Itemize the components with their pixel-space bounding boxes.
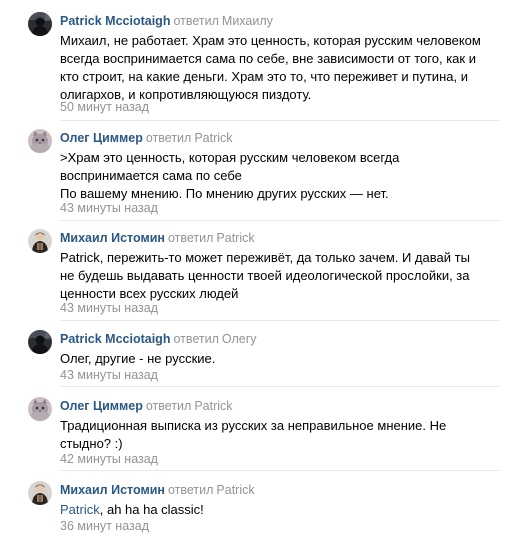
divider [60, 386, 500, 387]
author-link[interactable]: Олег Циммер [60, 131, 143, 145]
comment-header: Михаил Истомин ответил Patrick [60, 483, 255, 498]
timestamp-link[interactable]: 43 минуты назад [60, 368, 158, 383]
avatar[interactable] [28, 229, 52, 253]
comment-header: Patrick Mcciotaigh ответил Михаилу [60, 14, 273, 29]
avatar[interactable] [28, 129, 52, 153]
divider [60, 220, 500, 221]
avatar-dark-figure-icon [28, 12, 52, 36]
comment-text: Олег, другие - не русские. [60, 350, 500, 368]
timestamp-link[interactable]: 36 минут назад [60, 519, 149, 534]
comment-text: Михаил, не работает. Храм это ценность, … [60, 32, 500, 104]
reply-verb: ответил [167, 231, 214, 245]
reply-to-link[interactable]: Patrick [194, 399, 232, 413]
comment-item: Михаил Истомин ответил Patrick Patrick, ah… [0, 481, 512, 539]
comment-text-line: Patrick, ah ha ha classic! [60, 501, 500, 519]
avatar[interactable] [28, 12, 52, 36]
comment-item: Patrick Mcciotaigh ответил Олегу Олег, дру… [0, 330, 512, 386]
comment-text-line: всегда воспринимается сама по себе, вне … [60, 51, 476, 66]
comment-item: Олег Циммер ответил Patrick Традиционная в… [0, 397, 512, 469]
avatar-cat-icon [28, 397, 52, 421]
avatar[interactable] [28, 397, 52, 421]
comment-header: Михаил Истомин ответил Patrick [60, 231, 255, 246]
comment-header: Patrick Mcciotaigh ответил Олегу [60, 332, 257, 347]
comment-text-line: Михаил, не работает. Храм это ценность, … [60, 33, 481, 48]
comment-text: Patrick, пережить-то может переживёт, да… [60, 249, 500, 303]
avatar-costume-figure-icon [28, 481, 52, 505]
avatar[interactable] [28, 330, 52, 354]
timestamp-link: 43 минуты назад [60, 301, 158, 315]
comment-item: Patrick Mcciotaigh ответил Михаилу Михаил,… [0, 12, 512, 122]
reply-to-link[interactable]: Patrick [216, 483, 254, 497]
divider [60, 470, 500, 471]
reply-to-link[interactable]: Patrick [194, 131, 232, 145]
comment-text-line: кто строит, на какие деньги. Храм это то… [60, 69, 468, 84]
comment-item: Михаил Истомин ответил Patrick Patrick, пе… [0, 229, 512, 319]
timestamp-link[interactable]: 43 минуты назад [60, 201, 158, 216]
avatar-cat-icon [28, 129, 52, 153]
comment-text-line: Patrick, пережить-то может переживёт, да… [60, 250, 470, 265]
comment-text: >Храм это ценность, которая русским чело… [60, 149, 500, 203]
reply-verb: ответил [167, 483, 214, 497]
comment-text-line: не будешь выдавать ценности твоей идеоло… [60, 268, 470, 283]
divider [60, 120, 500, 121]
comment-text-line: Традиционная выписка из русских за непра… [60, 418, 447, 433]
comment-header: Олег Циммер ответил Patrick [60, 399, 233, 414]
author-link[interactable]: Patrick Mcciotaigh [60, 14, 170, 28]
comment-item: Олег Циммер ответил Patrick >Храм это ценн… [0, 129, 512, 219]
comment-text-line: Олег, другие - не русские. [60, 351, 216, 366]
mention-link[interactable]: Patrick [60, 502, 100, 517]
timestamp-link[interactable]: 50 минут назад [60, 100, 149, 115]
comment-text: Традиционная выписка из русских за непра… [60, 417, 500, 453]
comment-header: Олег Циммер ответил Patrick [60, 131, 233, 146]
comment-text: Patrick, ah ha ha classic! [60, 501, 500, 519]
comment-text-line: воспринимается сама по себе [60, 168, 242, 183]
author-link[interactable]: Patrick Mcciotaigh [60, 332, 170, 346]
reply-verb: ответил [145, 131, 192, 145]
divider [60, 320, 500, 321]
timestamp-link[interactable]: 42 минуты назад [60, 452, 158, 467]
author-link[interactable]: Михаил Истомин [60, 231, 165, 245]
reply-verb: ответил [173, 14, 219, 28]
author-link[interactable]: Михаил Истомин [60, 483, 165, 497]
reply-verb: ответил [173, 332, 219, 346]
avatar-dark-figure-icon [28, 330, 52, 354]
reply-verb: ответил [145, 399, 192, 413]
comment-text-rest: , ah ha ha classic! [99, 502, 204, 517]
avatar[interactable] [28, 481, 52, 505]
author-link[interactable]: Олег Циммер [60, 399, 143, 413]
comment-text-line: стыдно? :) [60, 436, 123, 451]
comment-text-line: >Храм это ценность, которая русским чело… [60, 150, 400, 165]
avatar-costume-figure-icon [28, 229, 52, 253]
reply-to-link[interactable]: Patrick [216, 231, 254, 245]
reply-to-link[interactable]: Олегу [222, 332, 257, 346]
reply-to-link[interactable]: Михаилу [222, 14, 273, 28]
